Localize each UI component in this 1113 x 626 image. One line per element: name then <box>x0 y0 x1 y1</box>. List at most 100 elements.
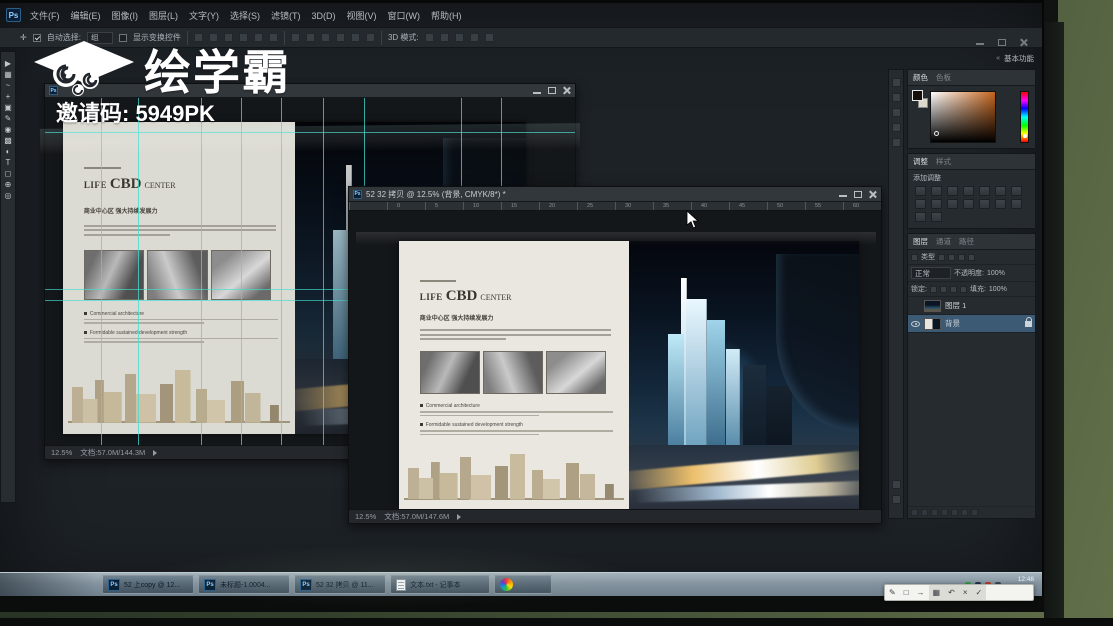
tool-type-icon[interactable]: T <box>6 159 11 167</box>
panel-options-icon[interactable] <box>891 495 901 504</box>
adjustment-icon[interactable] <box>915 212 926 222</box>
document-window-front[interactable]: Ps 52 32 拷贝 @ 12.5% (背景, CMYK/8*) * 0 5 … <box>348 186 882 524</box>
adjustment-icon[interactable] <box>979 199 990 209</box>
info-panel-icon[interactable] <box>891 108 901 117</box>
tool-eyedropper-icon[interactable]: ▣ <box>4 104 12 112</box>
tool-clone-icon[interactable]: ◉ <box>5 126 12 134</box>
close-icon[interactable] <box>563 87 571 94</box>
menu-item-3d[interactable]: 3D(D) <box>312 11 336 21</box>
new-group-icon[interactable] <box>951 509 958 516</box>
tab-layers[interactable]: 图层 <box>913 236 928 247</box>
layer-style-icon[interactable] <box>921 509 928 516</box>
guide-line[interactable] <box>101 98 102 445</box>
link-layers-icon[interactable] <box>911 509 918 516</box>
layer-name[interactable]: 背景 <box>945 318 960 329</box>
layer-thumbnail[interactable] <box>924 317 941 330</box>
lock-transparent-icon[interactable] <box>929 285 937 293</box>
tool-zoom-icon[interactable]: ◎ <box>5 192 12 200</box>
horizontal-ruler[interactable]: 0 5 10 15 20 25 30 35 40 45 50 55 60 <box>349 202 881 211</box>
menu-item-view[interactable]: 视图(V) <box>347 9 377 22</box>
status-menu-arrow-icon[interactable] <box>153 449 158 456</box>
adjustment-icon[interactable] <box>915 186 926 196</box>
menu-item-window[interactable]: 窗口(W) <box>388 9 421 22</box>
maximize-icon[interactable] <box>854 190 862 198</box>
distribute-bottom-icon[interactable] <box>320 33 330 42</box>
visibility-eye-icon[interactable] <box>911 320 920 327</box>
tab-paths[interactable]: 路径 <box>959 236 974 247</box>
menu-item-file[interactable]: 文件(F) <box>30 9 60 22</box>
taskbar-button-ps2[interactable]: Ps 未标题-1.0004... <box>198 575 290 594</box>
hue-slider[interactable] <box>1020 91 1029 143</box>
adjustment-icon[interactable] <box>995 199 1006 209</box>
guide-line[interactable] <box>201 98 202 445</box>
color-gradient-field[interactable] <box>930 91 996 143</box>
tool-crop-icon[interactable]: + <box>6 93 11 101</box>
zoom-level[interactable]: 12.5% <box>355 512 376 521</box>
fill-value[interactable]: 100% <box>989 286 1007 293</box>
tool-lasso-icon[interactable]: ~ <box>6 82 11 90</box>
adjustment-icon[interactable] <box>947 186 958 196</box>
front-doc-titlebar[interactable]: Ps 52 32 拷贝 @ 12.5% (背景, CMYK/8*) * <box>349 187 881 202</box>
add-mask-icon[interactable] <box>931 509 938 516</box>
tool-shape-icon[interactable]: ◻ <box>5 170 12 178</box>
adjustment-icon[interactable] <box>931 212 942 222</box>
zoom-level[interactable]: 12.5% <box>51 448 72 457</box>
front-artboard[interactable]: LIFE CBD CENTER 商业中心区 强大持续发展力 Commercial a… <box>399 241 859 509</box>
adjustment-icon[interactable] <box>1011 186 1022 196</box>
adjustment-icon[interactable] <box>931 199 942 209</box>
confirm-icon[interactable]: ✓ <box>971 588 986 597</box>
3d-slide-icon[interactable] <box>469 33 479 42</box>
tab-color[interactable]: 颜色 <box>913 72 928 83</box>
menu-item-type[interactable]: 文字(Y) <box>189 9 219 22</box>
maximize-icon[interactable] <box>548 87 556 94</box>
adjustment-icon[interactable] <box>995 186 1006 196</box>
distribute-right-icon[interactable] <box>365 33 375 42</box>
tool-brush-icon[interactable]: ✎ <box>5 115 12 123</box>
3d-drag-icon[interactable] <box>454 33 464 42</box>
app-restore-button[interactable] <box>998 39 1006 46</box>
blend-mode-dropdown[interactable]: 正常 <box>911 267 951 279</box>
foreground-background-swatches[interactable] <box>912 90 928 108</box>
tool-gradient-icon[interactable]: ◐ <box>6 148 11 156</box>
adjustment-icon[interactable] <box>915 199 926 209</box>
guide-line[interactable] <box>45 132 575 133</box>
menu-item-edit[interactable]: 编辑(E) <box>71 9 101 22</box>
3d-rotate-icon[interactable] <box>424 33 434 42</box>
taskbar-button-app[interactable] <box>494 575 552 594</box>
lock-pixels-icon[interactable] <box>939 285 947 293</box>
filter-adjustment-icon[interactable] <box>948 253 955 261</box>
tool-hand-icon[interactable]: ⊕ <box>5 181 12 189</box>
adjustment-icon[interactable] <box>963 186 974 196</box>
tool-eraser-icon[interactable]: ▩ <box>4 137 12 145</box>
filter-kind-icon[interactable] <box>911 253 918 261</box>
menu-item-help[interactable]: 帮助(H) <box>431 9 462 22</box>
tab-adjustments[interactable]: 调整 <box>913 156 928 167</box>
tab-swatches[interactable]: 色板 <box>936 72 951 83</box>
guide-line[interactable] <box>241 98 242 445</box>
new-layer-icon[interactable] <box>961 509 968 516</box>
guide-line[interactable] <box>138 98 139 445</box>
close-icon[interactable] <box>869 191 877 198</box>
app-close-button[interactable] <box>1020 39 1028 46</box>
adjustment-icon[interactable] <box>931 186 942 196</box>
mosaic-icon[interactable]: ▦ <box>929 588 945 597</box>
tab-channels[interactable]: 通道 <box>936 236 951 247</box>
opacity-value[interactable]: 100% <box>987 270 1005 277</box>
arrow-icon[interactable]: → <box>913 588 929 597</box>
paragraph-panel-icon[interactable] <box>891 138 901 147</box>
layer-name[interactable]: 图层 1 <box>945 300 966 311</box>
adjustment-icon[interactable] <box>1011 199 1022 209</box>
cancel-icon[interactable]: × <box>959 588 972 597</box>
layer-row-selected[interactable]: 背景 <box>908 315 1035 333</box>
menu-item-image[interactable]: 图像(I) <box>112 9 139 22</box>
tab-styles[interactable]: 样式 <box>936 156 951 167</box>
delete-layer-icon[interactable] <box>971 509 978 516</box>
minimize-icon[interactable] <box>839 191 847 197</box>
lock-all-icon[interactable] <box>959 285 967 293</box>
menu-item-layer[interactable]: 图层(L) <box>149 9 178 22</box>
tool-marquee-icon[interactable]: ▦ <box>4 71 12 79</box>
collapse-panels-icon[interactable]: « <box>996 55 1000 62</box>
history-panel-icon[interactable] <box>891 78 901 87</box>
taskbar-button-ps1[interactable]: Ps 52 上copy @ 12... <box>102 575 194 594</box>
filter-type-icon[interactable] <box>958 253 965 261</box>
